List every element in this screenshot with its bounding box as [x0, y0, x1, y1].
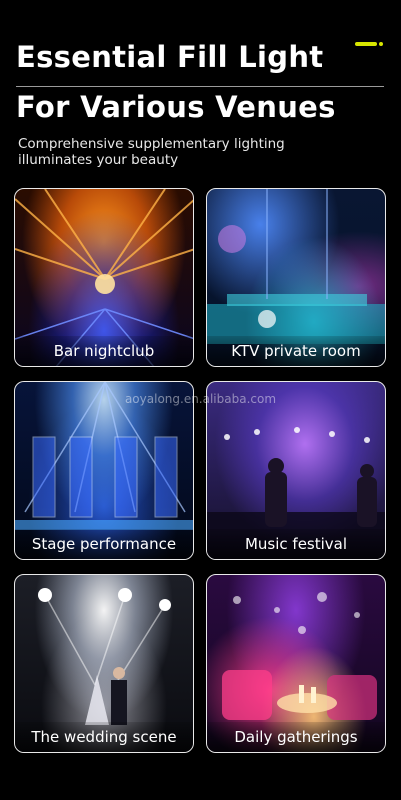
- page-subtitle: Comprehensive supplementary lighting ill…: [18, 136, 285, 168]
- venue-label: Daily gatherings: [207, 722, 385, 752]
- venue-label: Music festival: [207, 529, 385, 559]
- venue-label: KTV private room: [207, 336, 385, 366]
- title-divider: [16, 86, 384, 87]
- venue-card-bar-nightclub[interactable]: Bar nightclub: [14, 188, 194, 367]
- venue-card-music-festival[interactable]: Music festival: [206, 381, 386, 560]
- venue-card-wedding-scene[interactable]: The wedding scene: [14, 574, 194, 753]
- page-title-line-2: For Various Venues: [16, 90, 336, 124]
- venue-card-daily-gatherings[interactable]: Daily gatherings: [206, 574, 386, 753]
- venue-card-stage-performance[interactable]: Stage performance: [14, 381, 194, 560]
- venue-label: The wedding scene: [15, 722, 193, 752]
- accent-mark: [355, 42, 383, 46]
- accent-bar: [355, 42, 377, 46]
- accent-dot: [379, 42, 383, 46]
- venue-label: Bar nightclub: [15, 336, 193, 366]
- watermark: aoyalong.en.alibaba.com: [124, 392, 277, 406]
- page-title-line-1: Essential Fill Light: [16, 40, 324, 74]
- venue-label: Stage performance: [15, 529, 193, 559]
- venue-card-ktv-private-room[interactable]: KTV private room: [206, 188, 386, 367]
